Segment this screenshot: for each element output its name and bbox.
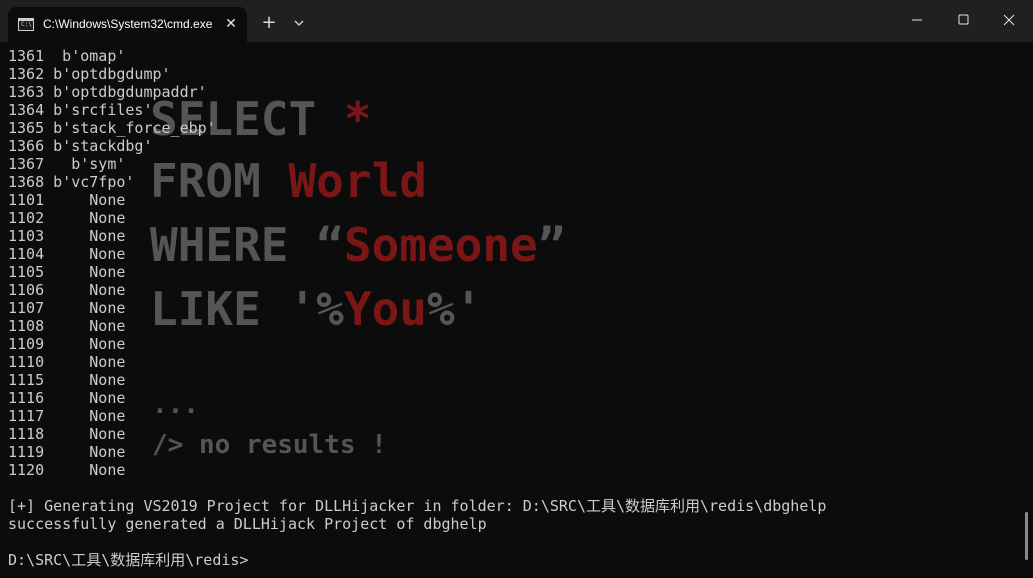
console-line: 1107 None [8, 299, 126, 317]
console-line: successfully generated a DLLHijack Proje… [8, 515, 487, 533]
console-line: 1106 None [8, 281, 126, 299]
console-line: 1109 None [8, 335, 126, 353]
console-line: 1105 None [8, 263, 126, 281]
chevron-down-icon[interactable] [289, 12, 309, 34]
console-line: 1364 b'srcfiles' [8, 101, 153, 119]
console-line: 1119 None [8, 443, 126, 461]
console-line: 1120 None [8, 461, 126, 479]
console-line: 1365 b'stack_force_ebp' [8, 119, 216, 137]
console-line: 1367 b'sym' [8, 155, 126, 173]
console-line: 1362 b'optdbgdump' [8, 65, 171, 83]
console-line: 1117 None [8, 407, 126, 425]
cmd-icon: C:\ [18, 18, 34, 31]
plus-icon[interactable]: + [258, 12, 280, 34]
close-window-icon[interactable] [986, 0, 1032, 40]
console-lines: 1361 b'omap' 1362 b'optdbgdump' 1363 b'opt… [8, 47, 1023, 569]
console-line: 1110 None [8, 353, 126, 371]
scrollbar-thumb[interactable] [1025, 512, 1028, 560]
cmd-icon-text: C:\ [21, 21, 32, 28]
tab-title: C:\Windows\System32\cmd.exe [43, 17, 213, 31]
title-bar: C:\ C:\Windows\System32\cmd.exe ✕ + [0, 0, 1033, 42]
console-line: 1361 b'omap' [8, 47, 126, 65]
console-line: 1102 None [8, 209, 126, 227]
minimize-icon[interactable] [894, 0, 940, 40]
console-line: 1108 None [8, 317, 126, 335]
console-line: 1101 None [8, 191, 126, 209]
console-line: 1116 None [8, 389, 126, 407]
console-line: 1118 None [8, 425, 126, 443]
console-line: 1115 None [8, 371, 126, 389]
console-line: D:\SRC\工具\数据库利用\redis> [8, 551, 249, 569]
console-line: 1366 b'stackdbg' [8, 137, 153, 155]
tab-cmd[interactable]: C:\ C:\Windows\System32\cmd.exe ✕ [8, 7, 247, 42]
console-line: 1104 None [8, 245, 126, 263]
close-tab-icon[interactable]: ✕ [222, 15, 240, 33]
console-line: 1103 None [8, 227, 126, 245]
maximize-icon[interactable] [940, 0, 986, 40]
console-line: 1368 b'vc7fpo' [8, 173, 135, 191]
console-line: 1363 b'optdbgdumpaddr' [8, 83, 207, 101]
console-output[interactable]: SELECT * FROM World WHERE “Someone” LIKE… [0, 42, 1033, 578]
console-line: [+] Generating VS2019 Project for DLLHij… [8, 497, 827, 515]
